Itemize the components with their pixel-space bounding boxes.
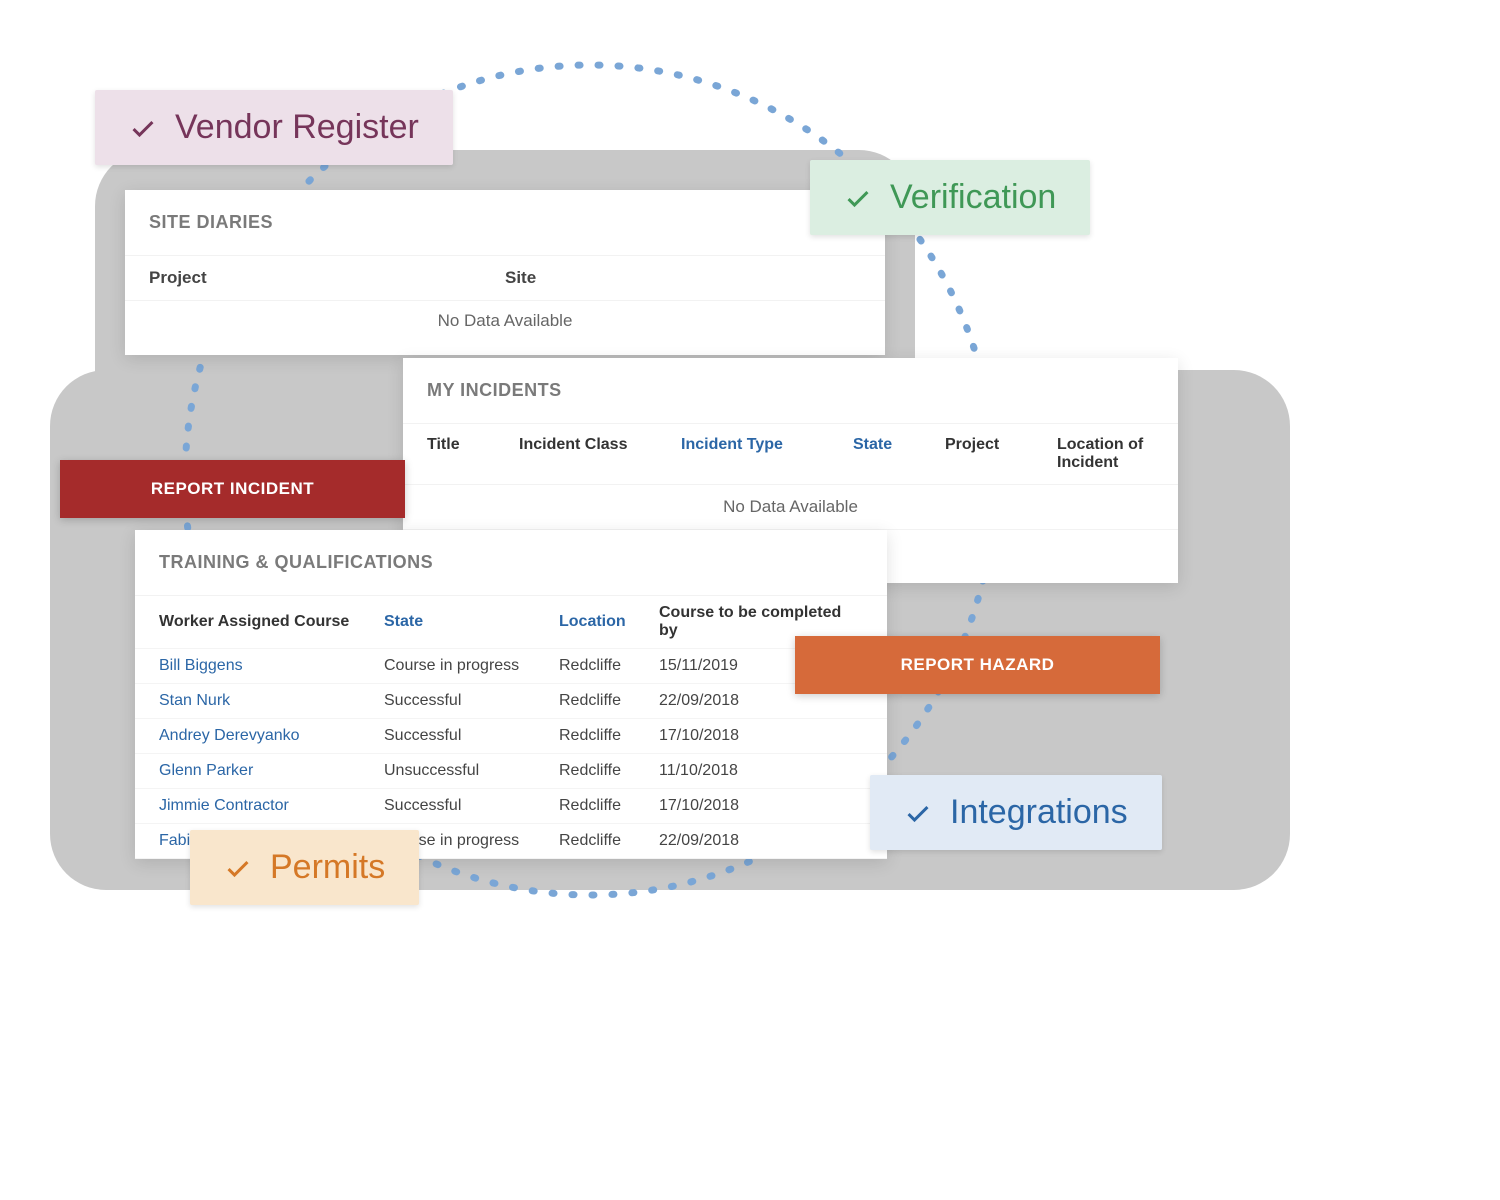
badge-permits-label: Permits (270, 848, 385, 887)
training-header-row: Worker Assigned Course State Location Co… (135, 596, 887, 649)
training-worker-link[interactable]: Stan Nurk (159, 692, 384, 710)
report-hazard-button[interactable]: REPORT HAZARD (795, 636, 1160, 694)
training-row: Glenn ParkerUnsuccessfulRedcliffe11/10/2… (135, 754, 887, 789)
my-incidents-title: MY INCIDENTS (403, 358, 1178, 424)
badge-vendor-label: Vendor Register (175, 108, 419, 147)
check-icon (224, 854, 252, 882)
training-due: 22/09/2018 (659, 832, 863, 850)
training-title: TRAINING & QUALIFICATIONS (135, 530, 887, 596)
badge-permits: Permits (190, 830, 419, 905)
mi-col-project[interactable]: Project (945, 436, 1045, 472)
training-row: Jimmie ContractorSuccessfulRedcliffe17/1… (135, 789, 887, 824)
tr-col-location[interactable]: Location (559, 613, 659, 631)
badge-verify-label: Verification (890, 178, 1056, 217)
training-worker-link[interactable]: Glenn Parker (159, 762, 384, 780)
site-diaries-card: SITE DIARIES Project Site No Data Availa… (125, 190, 885, 355)
badge-integrations-label: Integrations (950, 793, 1128, 832)
report-incident-button[interactable]: REPORT INCIDENT (60, 460, 405, 518)
site-diaries-col-site[interactable]: Site (505, 268, 861, 288)
my-incidents-empty: No Data Available (403, 485, 1178, 530)
training-due: 11/10/2018 (659, 762, 863, 780)
training-due: 17/10/2018 (659, 727, 863, 745)
site-diaries-header-row: Project Site (125, 256, 885, 301)
training-state: Successful (384, 727, 559, 745)
mi-col-class[interactable]: Incident Class (519, 436, 669, 472)
mi-col-location[interactable]: Location of Incident (1057, 436, 1154, 472)
training-location: Redcliffe (559, 762, 659, 780)
badge-verification: Verification (810, 160, 1090, 235)
check-icon (844, 184, 872, 212)
training-row: Stan NurkSuccessfulRedcliffe22/09/2018 (135, 684, 887, 719)
badge-vendor-register: Vendor Register (95, 90, 453, 165)
training-row: Bill BiggensCourse in progressRedcliffe1… (135, 649, 887, 684)
badge-integrations: Integrations (870, 775, 1162, 850)
training-row: Andrey DerevyankoSuccessfulRedcliffe17/1… (135, 719, 887, 754)
check-icon (129, 114, 157, 142)
mi-col-state[interactable]: State (853, 436, 933, 472)
training-location: Redcliffe (559, 692, 659, 710)
training-state: Successful (384, 797, 559, 815)
training-state: Unsuccessful (384, 762, 559, 780)
tr-col-state[interactable]: State (384, 613, 559, 631)
training-due: 22/09/2018 (659, 692, 863, 710)
training-state: Course in progress (384, 657, 559, 675)
mi-col-title[interactable]: Title (427, 436, 507, 472)
training-worker-link[interactable]: Jimmie Contractor (159, 797, 384, 815)
training-worker-link[interactable]: Bill Biggens (159, 657, 384, 675)
training-location: Redcliffe (559, 727, 659, 745)
site-diaries-col-project[interactable]: Project (149, 268, 505, 288)
training-due: 17/10/2018 (659, 797, 863, 815)
check-icon (904, 799, 932, 827)
my-incidents-header-row: Title Incident Class Incident Type State… (403, 424, 1178, 485)
site-diaries-empty: No Data Available (125, 301, 885, 341)
tr-col-due[interactable]: Course to be completed by (659, 604, 863, 640)
training-location: Redcliffe (559, 797, 659, 815)
training-location: Redcliffe (559, 832, 659, 850)
training-location: Redcliffe (559, 657, 659, 675)
mi-col-type[interactable]: Incident Type (681, 436, 841, 472)
training-worker-link[interactable]: Andrey Derevyanko (159, 727, 384, 745)
training-card: TRAINING & QUALIFICATIONS Worker Assigne… (135, 530, 887, 859)
site-diaries-title: SITE DIARIES (125, 190, 885, 256)
tr-col-worker[interactable]: Worker Assigned Course (159, 613, 384, 631)
training-state: Successful (384, 692, 559, 710)
